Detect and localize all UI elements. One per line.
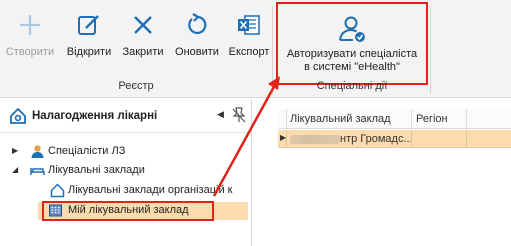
excel-icon: [238, 15, 260, 35]
tree-item-specialists[interactable]: ▶ Спеціалісти ЛЗ: [12, 143, 232, 161]
ribbon-separator: [430, 6, 431, 94]
ribbon-toolbar: Створити Відкрити Закрити Оновити Експор…: [0, 0, 511, 98]
facilities-grid: Лікувальний заклад Регіон ▶ нтр Громадс.…: [278, 109, 511, 246]
special-group-label: Спеціальні дії: [316, 80, 388, 92]
redacted-text: [290, 135, 340, 144]
doctor-icon: [31, 145, 44, 158]
collapse-panel-icon[interactable]: ◀: [217, 109, 224, 120]
open-button-label: Відкрити: [66, 46, 112, 58]
column-separator: [286, 109, 287, 129]
grid-header: Лікувальний заклад Регіон: [278, 109, 511, 129]
edit-icon: [78, 15, 99, 35]
column-separator: [411, 109, 412, 129]
highlight-frame: [42, 201, 214, 221]
refresh-icon: [188, 13, 207, 35]
close-button[interactable]: Закрити: [118, 6, 168, 66]
tree-item-label: Лікувальні заклади: [48, 164, 145, 176]
facility-name-cell: нтр Громадс...: [340, 133, 413, 145]
close-button-label: Закрити: [122, 46, 164, 58]
create-button-label: Створити: [5, 46, 55, 58]
tree-item-label: Спеціалісти ЛЗ: [48, 145, 126, 157]
tree-header: Налагодження лікарні ◀: [0, 99, 252, 133]
navigation-tree-panel: Налагодження лікарні ◀ ▶ Спеціалісти ЛЗ …: [0, 99, 252, 246]
user-check-icon: [339, 16, 365, 42]
refresh-button-label: Оновити: [175, 46, 219, 58]
bed-icon: [30, 168, 45, 175]
column-separator: [411, 130, 412, 148]
open-button[interactable]: Відкрити: [62, 6, 116, 66]
close-icon: [134, 16, 152, 34]
home-icon: [50, 183, 65, 198]
column-separator: [286, 130, 287, 148]
app-window: Створити Відкрити Закрити Оновити Експор…: [0, 0, 511, 246]
collapse-arrow-icon[interactable]: ◢: [12, 165, 18, 174]
plus-icon: [20, 15, 40, 35]
pin-icon[interactable]: [232, 107, 246, 123]
registry-group-label: Реєстр: [118, 80, 154, 92]
column-separator: [466, 130, 467, 148]
tree-title: Налагодження лікарні: [32, 110, 158, 122]
create-button[interactable]: Створити: [2, 6, 58, 66]
export-button-label: Експорт: [228, 46, 270, 58]
tree-item-medical-facilities[interactable]: ◢ Лікувальні заклади: [12, 162, 232, 180]
refresh-button[interactable]: Оновити: [170, 6, 224, 66]
export-button[interactable]: Експорт: [224, 6, 274, 66]
authorize-label-line1: Авторизувати спеціаліста: [286, 48, 418, 60]
authorize-label-line2: в системі "eHealth": [304, 61, 400, 73]
expand-arrow-icon[interactable]: ▶: [12, 146, 18, 155]
column-header-facility[interactable]: Лікувальний заклад: [290, 113, 391, 125]
tree-item-org-facilities[interactable]: Лікувальні заклади організацій к: [44, 182, 250, 200]
tree-item-label: Лікувальні заклади організацій к: [68, 184, 233, 196]
column-header-region[interactable]: Регіон: [416, 113, 448, 125]
table-row[interactable]: ▶ нтр Громадс...: [278, 130, 511, 148]
ribbon-separator: [272, 6, 273, 94]
authorize-ehealth-button[interactable]: Авторизувати спеціаліста в системі "eHea…: [276, 2, 428, 85]
home-settings-icon: [10, 107, 26, 124]
column-separator: [466, 109, 467, 129]
